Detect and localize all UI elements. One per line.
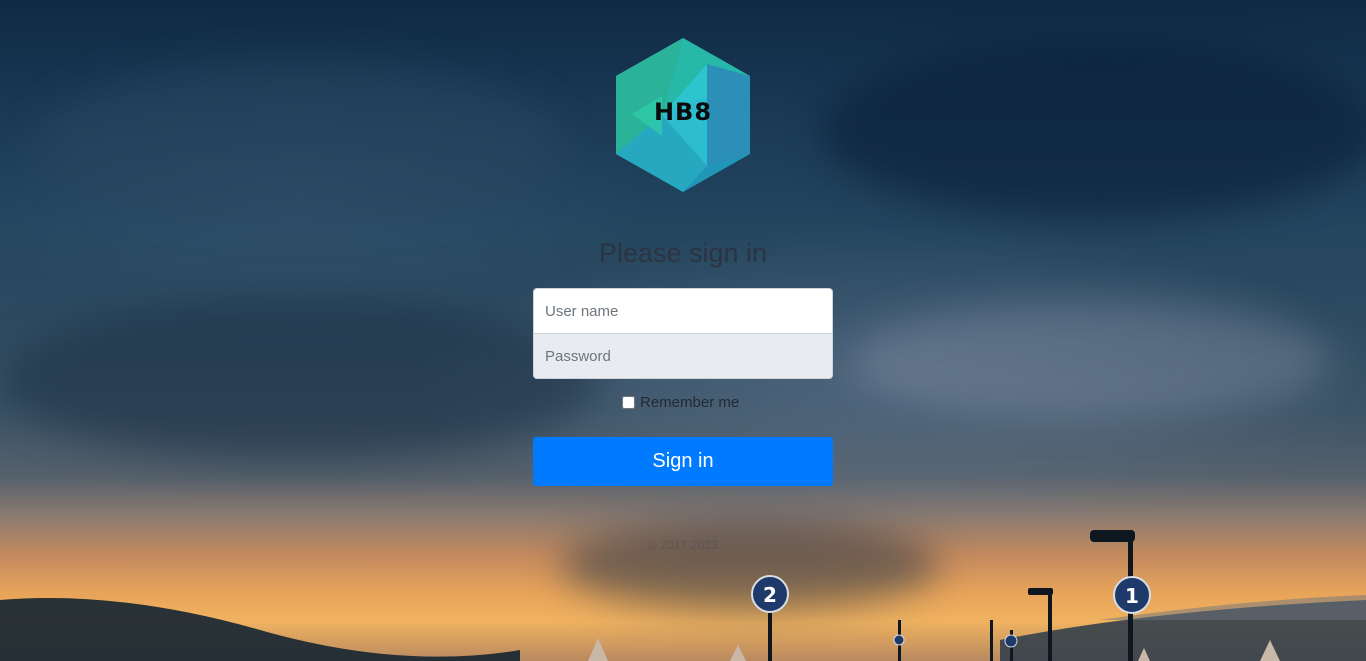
page-title: Please sign in: [598, 238, 768, 268]
sign-in-button[interactable]: Sign in: [533, 437, 833, 486]
remember-me-row[interactable]: Remember me: [622, 392, 739, 412]
logo-text: HB8: [653, 98, 713, 126]
street-lamp-icon: [1048, 592, 1052, 661]
password-input[interactable]: [533, 333, 833, 379]
remember-me-checkbox[interactable]: [622, 395, 635, 409]
copyright-text: © 2017-2023: [648, 538, 718, 552]
hill-left: [0, 598, 520, 661]
username-input[interactable]: [533, 288, 833, 334]
sign-1-number: 1: [1125, 584, 1139, 608]
remember-me-label: Remember me: [640, 393, 740, 411]
sign-2-number: 2: [763, 583, 777, 607]
